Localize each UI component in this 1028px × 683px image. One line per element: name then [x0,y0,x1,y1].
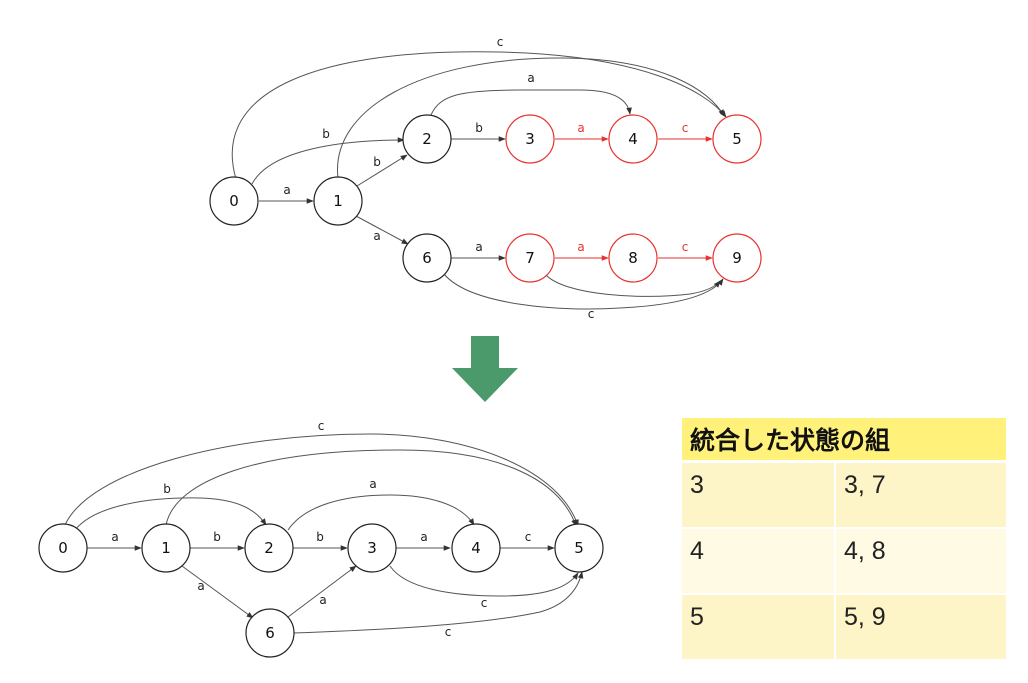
edge-top-3-4: a [555,121,609,142]
merged-pair-cell: 4, 8 [836,527,1006,593]
merged-state-node-2: 2 [244,523,294,573]
edge-bottom-3-4: a [396,530,451,551]
edge-bottom-6-5: c [292,571,584,639]
svg-text:2: 2 [264,539,274,557]
svg-text:2: 2 [422,130,432,148]
svg-text:1: 1 [333,192,343,210]
edge-top-0-2: b [251,127,405,185]
edge-label: a [369,477,376,491]
svg-text:3: 3 [525,130,535,148]
edge-top-7-8: a [555,240,609,261]
edge-label: b [475,121,483,135]
svg-text:0: 0 [58,539,68,557]
edge-top-2-3: b [451,121,506,142]
svg-text:4: 4 [628,130,638,148]
edge-top-6-7: a [451,240,506,261]
edge-label: a [577,240,584,254]
edge-label: a [283,183,290,197]
edge-bottom-2-3: b [293,530,348,551]
merged-state-node-6: 6 [245,608,295,658]
svg-text:9: 9 [732,249,742,267]
down-arrow-icon [452,336,518,402]
edge-label: a [475,240,482,254]
state-node-9: 9 [712,233,762,283]
svg-text:6: 6 [422,249,432,267]
state-cell: 5 [682,593,836,659]
merged-state-node-4: 4 [451,523,501,573]
svg-text:8: 8 [628,249,638,267]
bottom-graph: c b a a b b a c a a c c 0 1 2 3 4 5 6 [38,419,604,658]
state-node-2: 2 [402,114,452,164]
edge-top-0-1: a [259,183,314,204]
edge-label: c [318,419,325,433]
edge-label: b [213,530,221,544]
table-row: 5 5, 9 [682,593,1006,659]
edge-label: b [322,127,330,141]
top-graph: c b a b a a b a c a a c c 0 1 2 3 4 5 6 … [209,35,762,321]
edge-label: a [420,530,427,544]
state-cell: 4 [682,527,836,593]
edge-label: c [682,121,689,135]
edge-label: c [445,625,452,639]
edge-label: a [197,579,204,593]
edge-bottom-2-4: a [287,477,475,531]
edge-bottom-6-3: a [287,565,357,618]
state-cell: 3 [682,463,836,527]
svg-text:4: 4 [471,539,481,557]
edge-label: c [682,240,689,254]
edge-top-4-5: c [658,121,713,142]
table-row: 3 3, 7 [682,463,1006,527]
edge-label: b [163,482,171,496]
edge-label: c [525,530,532,544]
merged-states-table: 統合した状態の組 3 3, 7 4 4, 8 5 5, 9 [682,418,1006,659]
svg-text:5: 5 [574,539,584,557]
svg-text:0: 0 [229,192,239,210]
table-row: 4 4, 8 [682,527,1006,593]
edge-label: a [527,71,534,85]
edge-label: c [497,35,504,49]
svg-text:3: 3 [367,539,377,557]
merged-state-node-1: 1 [141,523,191,573]
state-node-3: 3 [505,114,555,164]
edge-bottom-4-5: c [500,530,555,551]
merged-state-node-5: 5 [554,523,604,573]
edge-label: a [111,530,118,544]
edge-bottom-0-1: a [87,530,142,551]
edge-label: b [373,155,381,169]
state-node-6: 6 [402,233,452,283]
state-node-0: 0 [209,176,259,226]
edge-label: c [481,596,488,610]
edge-top-2-4: a [430,71,632,116]
svg-text:6: 6 [265,624,275,642]
merged-pair-cell: 3, 7 [836,463,1006,527]
edge-top-8-9: c [658,240,713,261]
edge-label: a [319,593,326,607]
edge-label: b [316,530,324,544]
edge-top-0-5: c [231,35,727,180]
edge-bottom-1-2: b [190,530,245,551]
state-node-7: 7 [505,233,555,283]
edge-top-1-6: a [355,215,409,245]
edge-top-1-2: b [356,154,408,187]
edge-bottom-3-5: c [389,565,579,610]
svg-text:5: 5 [732,130,742,148]
state-node-1: 1 [313,176,363,226]
edge-bottom-0-2: b [74,482,267,531]
state-node-8: 8 [608,233,658,283]
state-node-5: 5 [712,114,762,164]
edge-label: a [373,229,380,243]
svg-text:7: 7 [525,249,535,267]
edge-label: a [577,121,584,135]
edge-label: c [588,307,595,321]
merged-state-node-3: 3 [347,523,397,573]
merged-state-node-0: 0 [38,523,88,573]
edge-bottom-1-6: a [181,565,254,619]
edge-bottom-0-5: c [64,419,579,527]
edge-top-6-9: c [443,273,724,321]
table-header: 統合した状態の組 [682,418,1006,463]
state-node-4: 4 [608,114,658,164]
merged-pair-cell: 5, 9 [836,593,1006,659]
svg-text:1: 1 [161,539,171,557]
